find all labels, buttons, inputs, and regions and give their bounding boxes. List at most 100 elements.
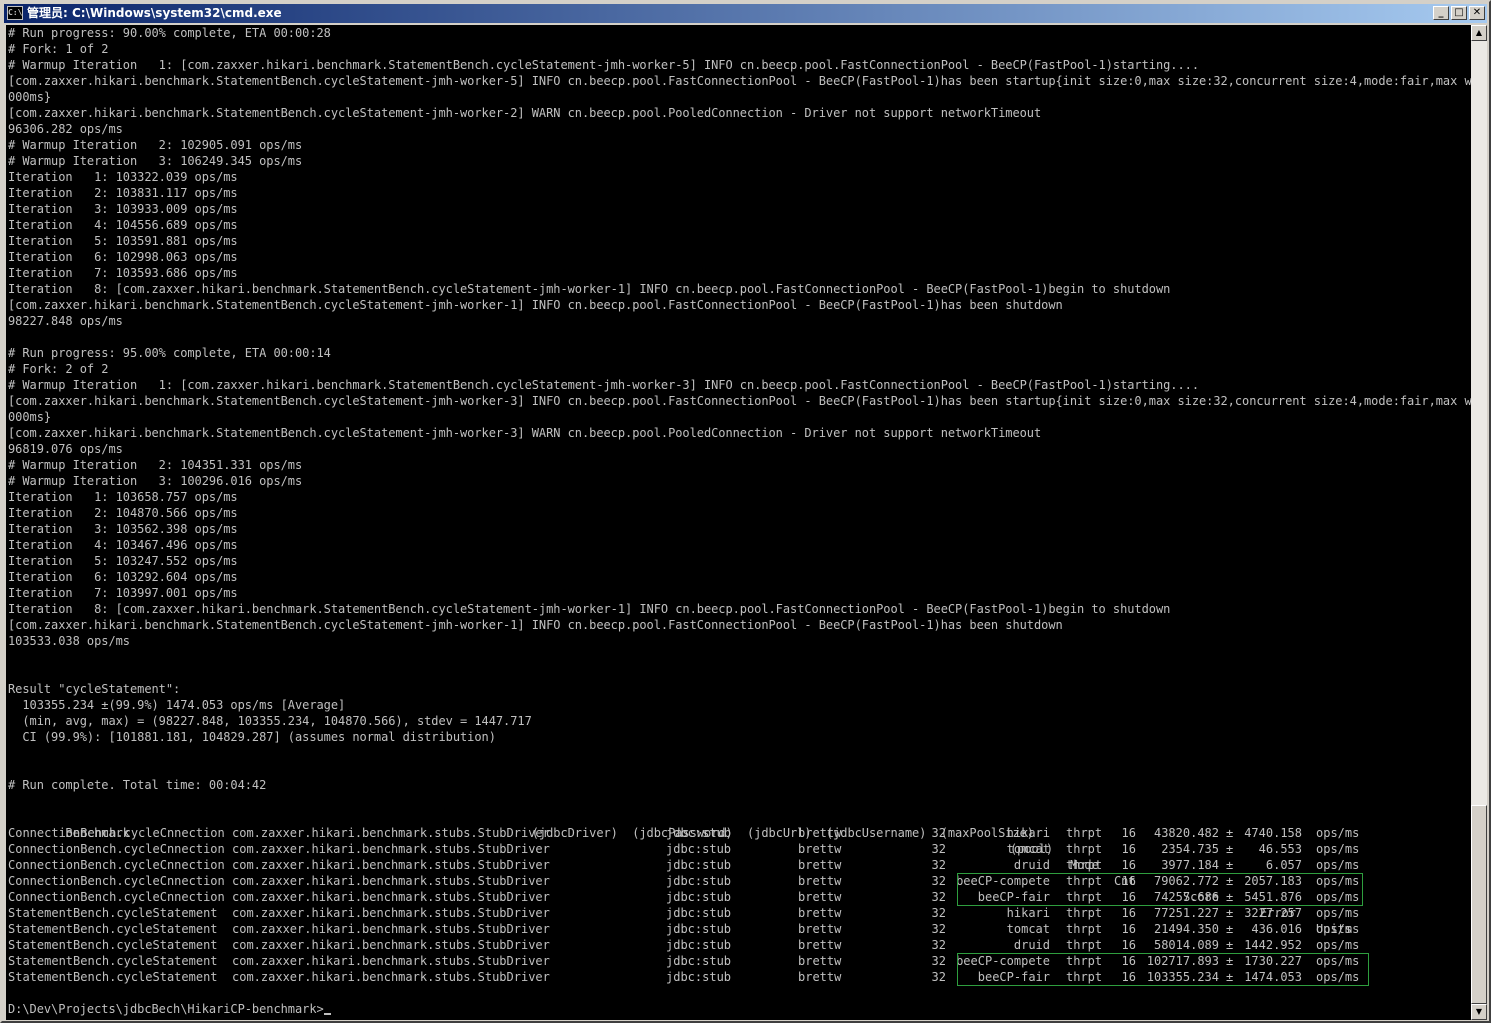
title-bar[interactable]: C:\ 管理员: C:\Windows\system32\cmd.exe _ □… xyxy=(4,4,1487,23)
cell-max-pool-size: 32 xyxy=(931,890,946,904)
cell-max-pool-size: 32 xyxy=(931,858,946,872)
cell-jdbc-username: brettw xyxy=(798,922,842,936)
cell-jdbc-username: brettw xyxy=(798,826,842,840)
cell-plus-minus: ± xyxy=(1226,858,1234,872)
cell-error: 6.057 xyxy=(1265,858,1302,872)
cell-cnt: 16 xyxy=(1121,938,1136,952)
scroll-down-arrow-icon[interactable]: ▼ xyxy=(1471,1004,1487,1020)
highlight-box-connection-beecp xyxy=(957,873,1363,906)
console-output[interactable]: # Run progress: 90.00% complete, ETA 00:… xyxy=(6,25,1471,1020)
cmd-window: C:\ 管理员: C:\Windows\system32\cmd.exe _ □… xyxy=(0,0,1491,1023)
cell-max-pool-size: 32 xyxy=(931,954,946,968)
command-prompt[interactable]: D:\Dev\Projects\jdbcBech\HikariCP-benchm… xyxy=(6,1001,1471,1017)
log-line: Iteration 6: 103292.604 ops/ms xyxy=(8,570,238,584)
cell-pool: druid xyxy=(1013,858,1050,872)
cell-mode: thrpt xyxy=(1066,842,1103,856)
log-line: (min, avg, max) = (98227.848, 103355.234… xyxy=(8,714,532,728)
cell-max-pool-size: 32 xyxy=(931,826,946,840)
cell-jdbc-url: jdbc:stub xyxy=(666,938,732,952)
cmd-icon[interactable]: C:\ xyxy=(7,6,23,20)
cell-error: 436.016 xyxy=(1251,922,1302,936)
log-line: [com.zaxxer.hikari.benchmark.StatementBe… xyxy=(8,74,1471,88)
cell-jdbc-username: brettw xyxy=(798,938,842,952)
cell-cnt: 16 xyxy=(1121,842,1136,856)
log-line: 103355.234 ±(99.9%) 1474.053 ops/ms [Ave… xyxy=(8,698,346,712)
log-line: Iteration 6: 102998.063 ops/ms xyxy=(8,250,238,264)
log-line: Iteration 2: 104870.566 ops/ms xyxy=(8,506,238,520)
log-line: # Fork: 1 of 2 xyxy=(8,42,109,56)
cell-jdbc-username: brettw xyxy=(798,842,842,856)
cell-error: 46.553 xyxy=(1258,842,1302,856)
cell-mode: thrpt xyxy=(1066,858,1103,872)
cell-benchmark: StatementBench.cycleStatement xyxy=(8,954,218,968)
log-line: # Warmup Iteration 3: 106249.345 ops/ms xyxy=(8,154,303,168)
log-line: 96819.076 ops/ms xyxy=(8,442,123,456)
cell-jdbc-username: brettw xyxy=(798,970,842,984)
log-line: 103533.038 ops/ms xyxy=(8,634,130,648)
table-row: ConnectionBench.cycleCnnection com.zaxxer… xyxy=(6,825,1471,841)
log-line: # Run progress: 90.00% complete, ETA 00:… xyxy=(8,26,331,40)
maximize-button[interactable]: □ xyxy=(1451,6,1467,20)
log-line: # Warmup Iteration 2: 104351.331 ops/ms xyxy=(8,458,303,472)
close-button[interactable]: ✕ xyxy=(1469,6,1485,20)
minimize-button[interactable]: _ xyxy=(1433,6,1449,20)
log-line: Result "cycleStatement": xyxy=(8,682,181,696)
log-line: [com.zaxxer.hikari.benchmark.StatementBe… xyxy=(8,394,1471,408)
cell-units: ops/ms xyxy=(1316,826,1360,840)
log-line: [com.zaxxer.hikari.benchmark.StatementBe… xyxy=(8,106,1042,120)
cell-mode: thrpt xyxy=(1066,922,1103,936)
cell-max-pool-size: 32 xyxy=(931,938,946,952)
log-line: Iteration 2: 103831.117 ops/ms xyxy=(8,186,238,200)
cell-pool: tomcat xyxy=(1006,922,1050,936)
log-line: Iteration 5: 103247.552 ops/ms xyxy=(8,554,238,568)
log-line: CI (99.9%): [101881.181, 104829.287] (as… xyxy=(8,730,496,744)
cell-jdbc-url: jdbc:stub xyxy=(666,906,732,920)
log-line: Iteration 4: 104556.689 ops/ms xyxy=(8,218,238,232)
cell-benchmark: StatementBench.cycleStatement xyxy=(8,922,218,936)
table-row: StatementBench.cycleStatement com.zaxxer.… xyxy=(6,921,1471,937)
cell-cnt: 16 xyxy=(1121,906,1136,920)
window-title: 管理员: C:\Windows\system32\cmd.exe xyxy=(27,6,282,20)
cell-score: 2354.735 xyxy=(1161,842,1219,856)
cell-units: ops/ms xyxy=(1316,858,1360,872)
scrollbar-thumb[interactable] xyxy=(1471,805,1487,1004)
table-header: Benchmark (jdbcDriver) (jdbcPassword) (j… xyxy=(65,826,1352,936)
vertical-scrollbar[interactable]: ▲ ▼ xyxy=(1471,25,1487,1020)
cell-jdbc-url: jdbc:stub xyxy=(666,922,732,936)
cell-jdbc-url: jdbc:stub xyxy=(666,970,732,984)
scroll-up-arrow-icon[interactable]: ▲ xyxy=(1471,25,1487,41)
cell-jdbc-username: brettw xyxy=(798,954,842,968)
cell-benchmark: ConnectionBench.cycleCnnection xyxy=(8,874,225,888)
cell-score: 21494.350 xyxy=(1153,922,1219,936)
cell-cnt: 16 xyxy=(1121,858,1136,872)
cell-pool: tomcat xyxy=(1006,842,1050,856)
cell-jdbc-url: jdbc:stub xyxy=(666,858,732,872)
cell-jdbc-username: brettw xyxy=(798,890,842,904)
cell-error: 3227.257 xyxy=(1244,906,1302,920)
log-line: Iteration 8: [com.zaxxer.hikari.benchmar… xyxy=(8,282,1171,296)
cell-jdbc-username: brettw xyxy=(798,906,842,920)
log-line: Iteration 5: 103591.881 ops/ms xyxy=(8,234,238,248)
cell-max-pool-size: 32 xyxy=(931,874,946,888)
log-line: Iteration 1: 103322.039 ops/ms xyxy=(8,170,238,184)
log-line: # Warmup Iteration 1: [com.zaxxer.hikari… xyxy=(8,58,1199,72)
cell-jdbc-driver: com.zaxxer.hikari.benchmark.stubs.StubDr… xyxy=(232,890,550,904)
table-row: ConnectionBench.cycleCnnection com.zaxxer… xyxy=(6,857,1471,873)
cell-jdbc-driver: com.zaxxer.hikari.benchmark.stubs.StubDr… xyxy=(232,826,550,840)
cell-score: 43820.482 xyxy=(1153,826,1219,840)
cell-error: 4740.158 xyxy=(1244,826,1302,840)
cell-units: ops/ms xyxy=(1316,922,1360,936)
cell-benchmark: StatementBench.cycleStatement xyxy=(8,970,218,984)
cell-pool: hikari xyxy=(1006,906,1050,920)
log-line: # Fork: 2 of 2 xyxy=(8,362,109,376)
cell-units: ops/ms xyxy=(1316,842,1360,856)
cell-pool: druid xyxy=(1013,938,1050,952)
cell-plus-minus: ± xyxy=(1226,842,1234,856)
cell-units: ops/ms xyxy=(1316,906,1360,920)
